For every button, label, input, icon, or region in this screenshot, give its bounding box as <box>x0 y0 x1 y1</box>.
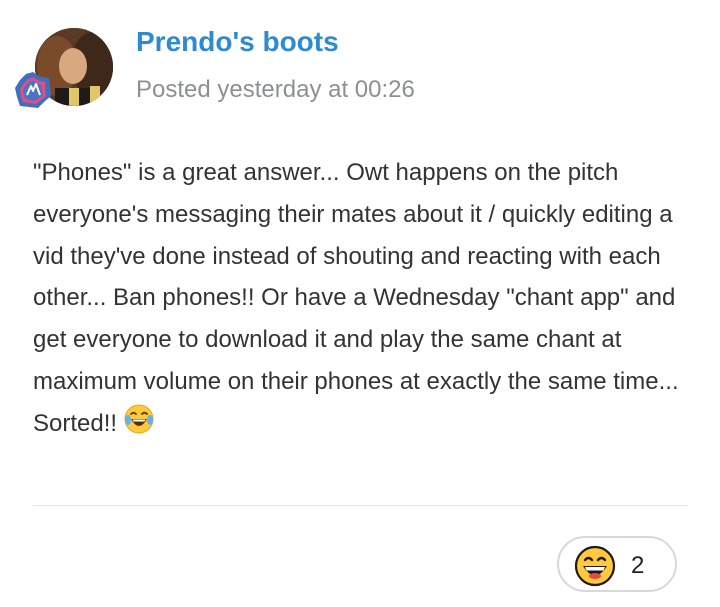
content-divider <box>33 505 688 506</box>
rank-badge-icon[interactable] <box>14 71 52 109</box>
reaction-count: 2 <box>631 552 645 579</box>
forum-post: Prendo's boots Posted yesterday at 00:26… <box>0 0 720 607</box>
post-content: "Phones" is a great answer... Owt happen… <box>33 152 698 445</box>
post-timestamp-link[interactable]: yesterday at 00:26 <box>217 76 414 103</box>
post-meta: Posted yesterday at 00:26 <box>136 76 415 104</box>
posted-label: Posted <box>136 76 218 103</box>
author-name-link[interactable]: Prendo's boots <box>136 26 339 58</box>
post-body-text: "Phones" is a great answer... Owt happen… <box>33 152 698 445</box>
post-body-span: "Phones" is a great answer... Owt happen… <box>33 159 679 437</box>
grinning-face-icon <box>574 545 616 587</box>
reaction-button[interactable]: 2 <box>557 536 677 592</box>
laughing-tears-icon <box>123 403 155 435</box>
